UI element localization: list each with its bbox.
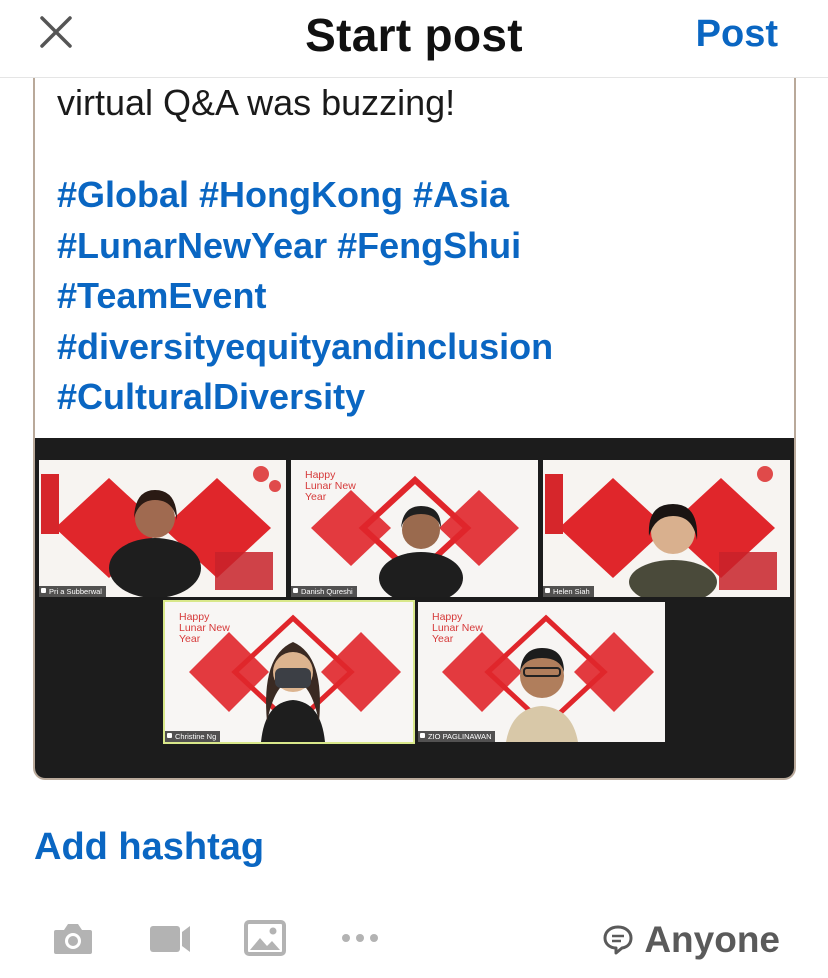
hashtag-line[interactable]: #LunarNewYear #FengShui <box>57 221 777 272</box>
post-button[interactable]: Post <box>696 13 778 56</box>
post-text[interactable]: virtual Q&A was buzzing! <box>57 78 777 128</box>
participant-tile: Happy Lunar New Year Danish Qureshi <box>291 460 538 597</box>
hashtag-line[interactable]: #Global #HongKong #Asia <box>57 170 777 221</box>
participant-name: Pri a Subberwal <box>39 586 106 597</box>
comment-icon <box>603 925 633 955</box>
image-button[interactable] <box>244 918 286 963</box>
greeting-text: Happy Lunar New Year <box>305 469 356 503</box>
header: Start post Post <box>0 0 828 78</box>
participant-name: ZIO PAGLINAWAN <box>418 731 496 742</box>
lunar-background <box>543 460 790 597</box>
image-icon <box>244 920 286 956</box>
participant-name: Helen Siah <box>543 586 594 597</box>
participant-tile: Pri a Subberwal <box>39 460 286 597</box>
hashtag-list: #Global #HongKong #Asia #LunarNewYear #F… <box>57 170 777 423</box>
more-button[interactable] <box>338 918 382 963</box>
visibility-label: Anyone <box>644 919 780 960</box>
camera-icon <box>54 924 92 954</box>
post-composer[interactable]: virtual Q&A was buzzing! #Global #HongKo… <box>33 70 796 780</box>
video-icon <box>150 926 190 952</box>
lunar-background <box>39 460 286 597</box>
participant-name: Danish Qureshi <box>291 586 357 597</box>
video-button[interactable] <box>148 918 192 963</box>
more-icon <box>342 934 378 942</box>
camera-button[interactable] <box>52 918 94 963</box>
hashtag-line[interactable]: #TeamEvent <box>57 271 777 322</box>
attached-image[interactable]: Pri a Subberwal Happy Lunar New Year Dan… <box>35 438 794 778</box>
greeting-text: Happy Lunar New Year <box>179 611 230 645</box>
greeting-text: Happy Lunar New Year <box>432 611 483 645</box>
visibility-selector[interactable]: Anyone <box>602 918 780 962</box>
add-hashtag-button[interactable]: Add hashtag <box>34 826 264 869</box>
participant-tile: Helen Siah <box>543 460 790 597</box>
hashtag-line[interactable]: #diversityequityandinclusion <box>57 322 777 373</box>
participant-name: Christine Ng <box>165 731 221 742</box>
participant-tile: Happy Lunar New Year ZIO PAGLINAWAN <box>418 602 665 742</box>
hashtag-line[interactable]: #CulturalDiversity <box>57 372 777 423</box>
participant-tile: Happy Lunar New Year Christine Ng <box>163 600 415 744</box>
